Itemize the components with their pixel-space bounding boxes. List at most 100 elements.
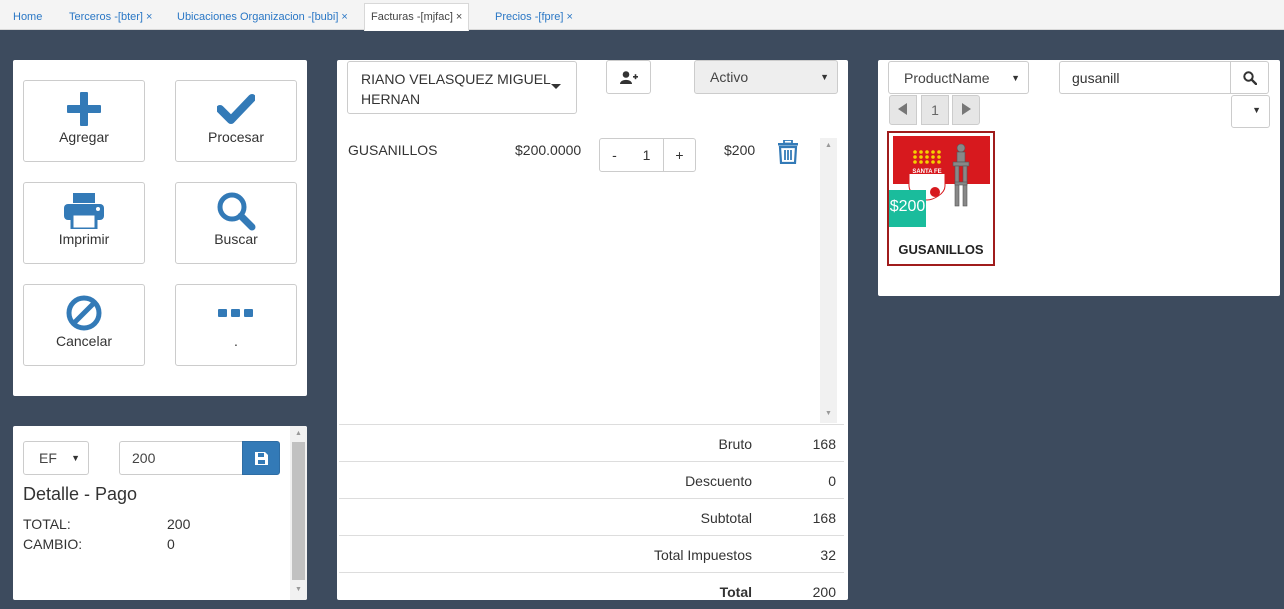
payment-panel: EF ▼ 200 Detalle - Pago TOTAL: 200 CAMBI… <box>13 426 307 600</box>
save-button[interactable] <box>242 441 280 475</box>
lines-scrollbar[interactable]: ▲ ▼ <box>820 138 837 423</box>
product-name: GUSANILLOS <box>898 242 984 257</box>
more-button[interactable]: . <box>175 284 297 366</box>
search-icon <box>176 192 296 231</box>
customer-name-line2: HERNAN <box>361 91 421 107</box>
summary-row-total: Total 200 <box>339 572 844 609</box>
cancel-button[interactable]: Cancelar <box>23 284 145 366</box>
invoice-line-item: GUSANILLOS $200.0000 - 1 + $200 <box>337 138 817 174</box>
line-total: $200 <box>724 142 756 158</box>
page-value: 1 <box>931 102 939 118</box>
check-icon <box>176 91 296 127</box>
ellipsis-icon <box>176 295 296 331</box>
product-price: $200 <box>889 198 926 215</box>
caret-down-icon <box>551 84 561 89</box>
print-button[interactable]: Imprimir <box>23 182 145 264</box>
customer-select[interactable]: RIANO VELASQUEZ MIGUEL HERNAN <box>347 61 577 114</box>
qty-input[interactable]: 1 <box>629 138 664 172</box>
tab-label: Terceros -[bter] <box>69 11 143 23</box>
customer-name-line1: RIANO VELASQUEZ MIGUEL <box>361 71 551 87</box>
search-value: gusanill <box>1072 70 1120 86</box>
status-select[interactable]: Activo ▼ <box>694 60 838 94</box>
summary-value: 32 <box>820 547 836 563</box>
summary-value: 168 <box>812 436 836 452</box>
invoice-panel: RIANO VELASQUEZ MIGUEL HERNAN Activo ▼ G… <box>337 60 848 600</box>
user-plus-icon <box>619 70 638 84</box>
total-value: 200 <box>167 516 191 532</box>
search-icon <box>1242 70 1257 85</box>
process-button-label: Procesar <box>207 129 265 145</box>
payment-method-value: EF <box>39 450 57 466</box>
prev-page-button[interactable] <box>889 95 917 125</box>
summary-row-descuento: Descuento 0 <box>339 461 844 498</box>
page-number[interactable]: 1 <box>921 95 949 125</box>
change-value: 0 <box>167 536 175 552</box>
summary-value: 168 <box>812 510 836 526</box>
print-icon <box>24 193 144 229</box>
payment-scrollbar[interactable]: ▲ ▼ <box>290 426 307 600</box>
payment-title: Detalle - Pago <box>23 484 138 504</box>
close-icon[interactable]: × <box>341 11 347 23</box>
tab-precios[interactable]: Precios -[fpre] × <box>495 4 573 30</box>
catalog-panel: ProductName ▼ gusanill 1 ▼ SANTA FE $200… <box>878 60 1280 296</box>
summary-label: Bruto <box>718 436 752 452</box>
tab-facturas[interactable]: Facturas -[mjfac] × <box>364 3 470 31</box>
summary-row-impuestos: Total Impuestos 32 <box>339 535 844 572</box>
search-button-label: Buscar <box>214 231 258 247</box>
summary-label: Total Impuestos <box>653 547 752 563</box>
page-size-select[interactable]: ▼ <box>1231 95 1270 128</box>
ban-icon <box>24 295 144 331</box>
scroll-up-icon[interactable]: ▲ <box>820 142 837 149</box>
pager: 1 <box>889 95 984 125</box>
trash-icon[interactable] <box>777 139 799 167</box>
add-button[interactable]: Agregar <box>23 80 145 162</box>
scroll-down-icon[interactable]: ▼ <box>820 410 837 417</box>
summary-label: Total <box>719 584 752 600</box>
more-button-label: . <box>234 333 238 349</box>
next-page-button[interactable] <box>952 95 980 125</box>
tab-label: Ubicaciones Organizacion -[bubi] <box>177 11 339 23</box>
triangle-left-icon <box>898 103 907 115</box>
payment-method-select[interactable]: EF ▼ <box>23 441 89 475</box>
chevron-down-icon: ▼ <box>71 453 80 463</box>
search-button[interactable]: Buscar <box>175 182 297 264</box>
close-icon[interactable]: × <box>456 11 462 23</box>
tab-label: Precios -[fpre] <box>495 11 564 23</box>
tab-ubicaciones[interactable]: Ubicaciones Organizacion -[bubi] × <box>177 4 348 30</box>
increase-qty-button[interactable]: + <box>663 138 696 172</box>
close-icon[interactable]: × <box>566 11 572 23</box>
chevron-down-icon: ▼ <box>820 72 829 82</box>
chevron-down-icon: ▼ <box>1011 73 1020 83</box>
payment-amount-field[interactable]: 200 <box>119 441 243 475</box>
sort-field-select[interactable]: ProductName ▼ <box>888 61 1029 94</box>
total-label: TOTAL: <box>23 516 71 532</box>
sort-field-value: ProductName <box>904 70 990 86</box>
qty-value: 1 <box>642 147 651 163</box>
decrease-qty-button[interactable]: - <box>599 138 630 172</box>
summary-label: Descuento <box>685 473 752 489</box>
summary-value: 0 <box>828 473 836 489</box>
tab-terceros[interactable]: Terceros -[bter] × <box>69 4 152 30</box>
summary-row-subtotal: Subtotal 168 <box>339 498 844 535</box>
tab-home[interactable]: Home <box>13 4 42 30</box>
summary-row-bruto: Bruto 168 <box>339 424 844 461</box>
print-button-label: Imprimir <box>58 231 110 247</box>
tab-bar: Home Terceros -[bter] × Ubicaciones Organ… <box>0 0 1284 31</box>
save-icon <box>254 451 268 465</box>
summary-label: Subtotal <box>700 510 752 526</box>
product-card[interactable]: SANTA FE $200 GUSANILLOS <box>887 131 995 266</box>
tab-label: Facturas -[mjfac] <box>371 11 453 23</box>
add-button-label: Agregar <box>59 129 109 145</box>
close-icon[interactable]: × <box>146 11 152 23</box>
minus-label: - <box>612 147 617 163</box>
product-search-input[interactable]: gusanill <box>1059 61 1231 94</box>
scroll-up-icon[interactable]: ▲ <box>290 430 307 437</box>
triangle-right-icon <box>962 103 971 115</box>
plus-label: + <box>675 147 684 163</box>
search-button[interactable] <box>1230 61 1269 94</box>
process-button[interactable]: Procesar <box>175 80 297 162</box>
scrollbar-thumb[interactable] <box>292 442 305 580</box>
actions-panel: Agregar Procesar Imprimir Buscar Cancela… <box>13 60 307 396</box>
scroll-down-icon[interactable]: ▼ <box>290 586 307 593</box>
add-customer-button[interactable] <box>606 60 651 94</box>
